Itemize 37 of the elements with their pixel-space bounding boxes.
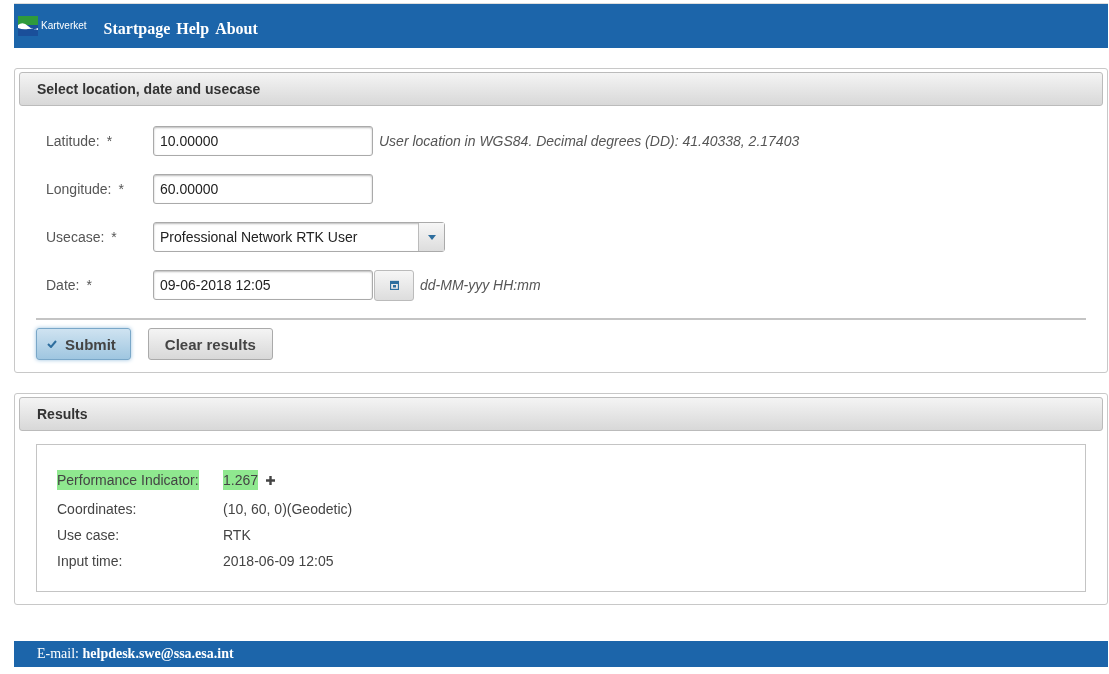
hint-text: User location in WGS84. Decimal degrees (DD): 41.40338, 2.17403 bbox=[379, 133, 800, 149]
result-label: Coordinates: bbox=[57, 501, 137, 517]
input-field[interactable]: 10.00000 bbox=[153, 126, 373, 156]
nav-link[interactable]: About bbox=[215, 19, 258, 38]
input-field[interactable]: 60.00000 bbox=[153, 174, 373, 204]
nav-link[interactable]: Help bbox=[176, 19, 210, 38]
result-label: Use case: bbox=[57, 527, 120, 543]
result-label: Performance Indicator: bbox=[57, 470, 199, 490]
nav-link[interactable]: Startpage bbox=[103, 19, 171, 38]
panel-title: Select location, date and usecase bbox=[19, 72, 1103, 106]
result-value: 1.267 bbox=[223, 470, 259, 490]
panel-title: Results bbox=[19, 397, 1103, 431]
field-label: Usecase: bbox=[46, 229, 105, 245]
date-field[interactable]: 09-06-2018 12:05 bbox=[153, 270, 373, 300]
submit-button[interactable]: Submit bbox=[36, 328, 131, 360]
plus-icon[interactable] bbox=[266, 475, 276, 485]
field-label: Latitude: bbox=[46, 133, 100, 149]
field-label: Longitude: bbox=[46, 181, 112, 197]
result-label: Input time: bbox=[57, 553, 123, 569]
required-mark: * bbox=[86, 277, 92, 293]
result-value: RTK bbox=[223, 527, 251, 543]
clear-button[interactable]: Clear results bbox=[147, 328, 273, 360]
required-mark: * bbox=[118, 181, 124, 197]
required-mark: * bbox=[111, 229, 117, 245]
check-icon bbox=[47, 340, 57, 348]
required-mark: * bbox=[106, 133, 113, 149]
logo-icon bbox=[18, 16, 38, 36]
footer-text: E-mail: helpdesk.swe@ssa.esa.int bbox=[37, 646, 234, 662]
calendar-icon bbox=[389, 280, 399, 290]
result-value: 2018-06-09 12:05 bbox=[223, 553, 334, 569]
hint-text: dd-MM-yyy HH:mm bbox=[420, 277, 541, 293]
result-value: (10, 60, 0)(Geodetic) bbox=[223, 501, 353, 517]
calendar-button[interactable] bbox=[374, 269, 414, 301]
usecase-dropdown[interactable]: Professional Network RTK User bbox=[153, 222, 445, 252]
caret-icon bbox=[427, 234, 436, 240]
logo-text: Kartverket bbox=[41, 20, 87, 31]
field-label: Date: bbox=[46, 277, 80, 293]
